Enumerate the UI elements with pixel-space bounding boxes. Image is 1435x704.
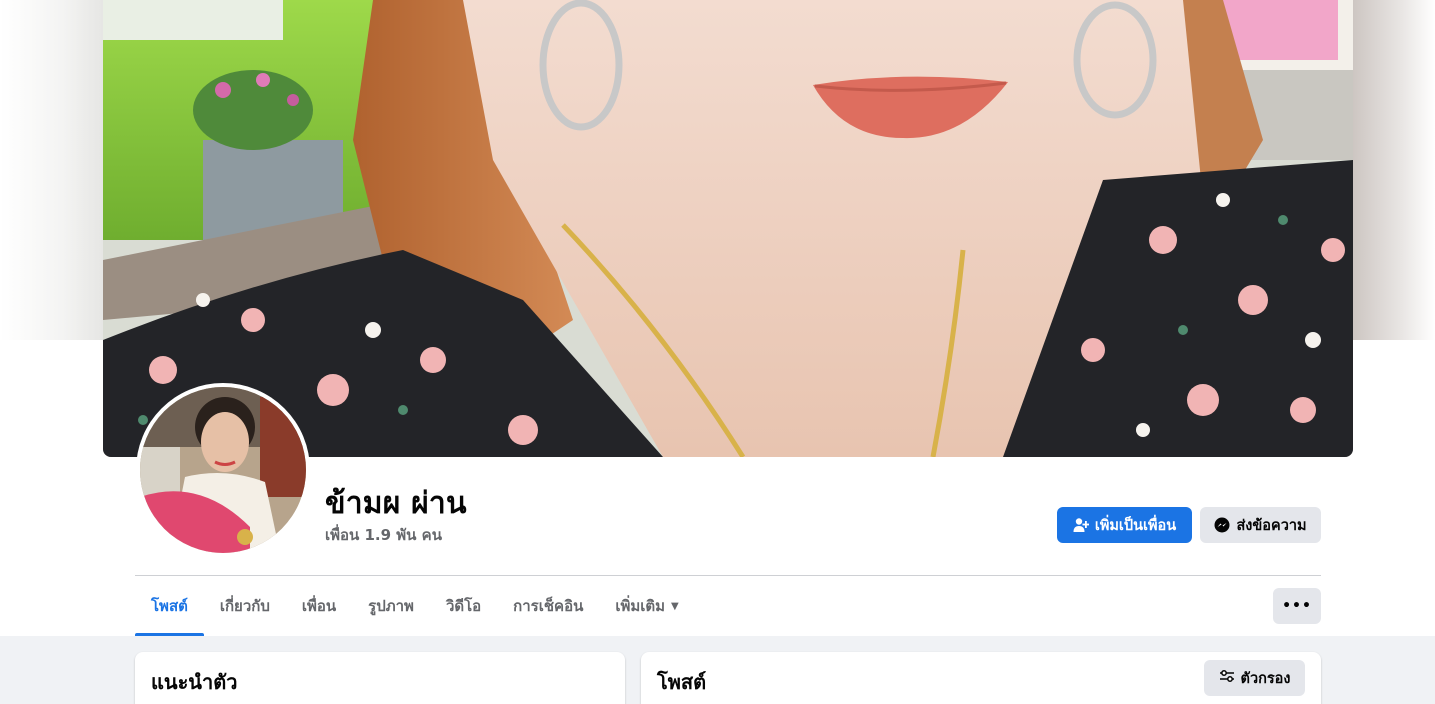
- cover-blur-right: [1353, 0, 1435, 340]
- more-options-button[interactable]: •••: [1273, 588, 1321, 624]
- add-friend-label: เพิ่มเป็นเพื่อน: [1094, 517, 1177, 534]
- tab-photos[interactable]: รูปภาพ: [352, 576, 430, 636]
- profile-name: ข้ามผ ผ่าน: [325, 486, 467, 521]
- cover-blur-left: [0, 0, 103, 340]
- avatar: [140, 387, 306, 553]
- tab-more[interactable]: เพิ่มเติม ▼: [599, 576, 694, 636]
- profile-picture[interactable]: [136, 383, 310, 557]
- profile-tabs: โพสต์ เกี่ยวกับ เพื่อน รูปภาพ วิดีโอ การ…: [135, 576, 695, 636]
- person-add-icon: [1073, 517, 1089, 533]
- intro-card: แนะนำตัว: [135, 652, 625, 704]
- posts-title: โพสต์: [657, 670, 707, 694]
- filter-label: ตัวกรอง: [1240, 670, 1291, 687]
- tab-friends[interactable]: เพื่อน: [286, 576, 352, 636]
- tab-checkins[interactable]: การเช็คอิน: [497, 576, 599, 636]
- caret-down-icon: ▼: [671, 600, 679, 612]
- more-dots-icon: •••: [1282, 598, 1312, 614]
- add-friend-button[interactable]: เพิ่มเป็นเพื่อน: [1057, 507, 1192, 543]
- message-button[interactable]: ส่งข้อความ: [1200, 507, 1321, 543]
- friends-count-link[interactable]: เพื่อน 1.9 พัน คน: [325, 523, 442, 547]
- intro-title: แนะนำตัว: [151, 670, 238, 694]
- tab-posts[interactable]: โพสต์: [135, 576, 204, 636]
- tab-videos[interactable]: วิดีโอ: [430, 576, 497, 636]
- filter-button[interactable]: ตัวกรอง: [1204, 660, 1305, 696]
- posts-card: โพสต์ ตัวกรอง: [641, 652, 1321, 704]
- message-label: ส่งข้อความ: [1236, 517, 1307, 534]
- messenger-icon: [1214, 517, 1230, 533]
- tab-about[interactable]: เกี่ยวกับ: [204, 576, 286, 636]
- sliders-icon: [1219, 668, 1235, 688]
- cover-photo[interactable]: [103, 0, 1353, 457]
